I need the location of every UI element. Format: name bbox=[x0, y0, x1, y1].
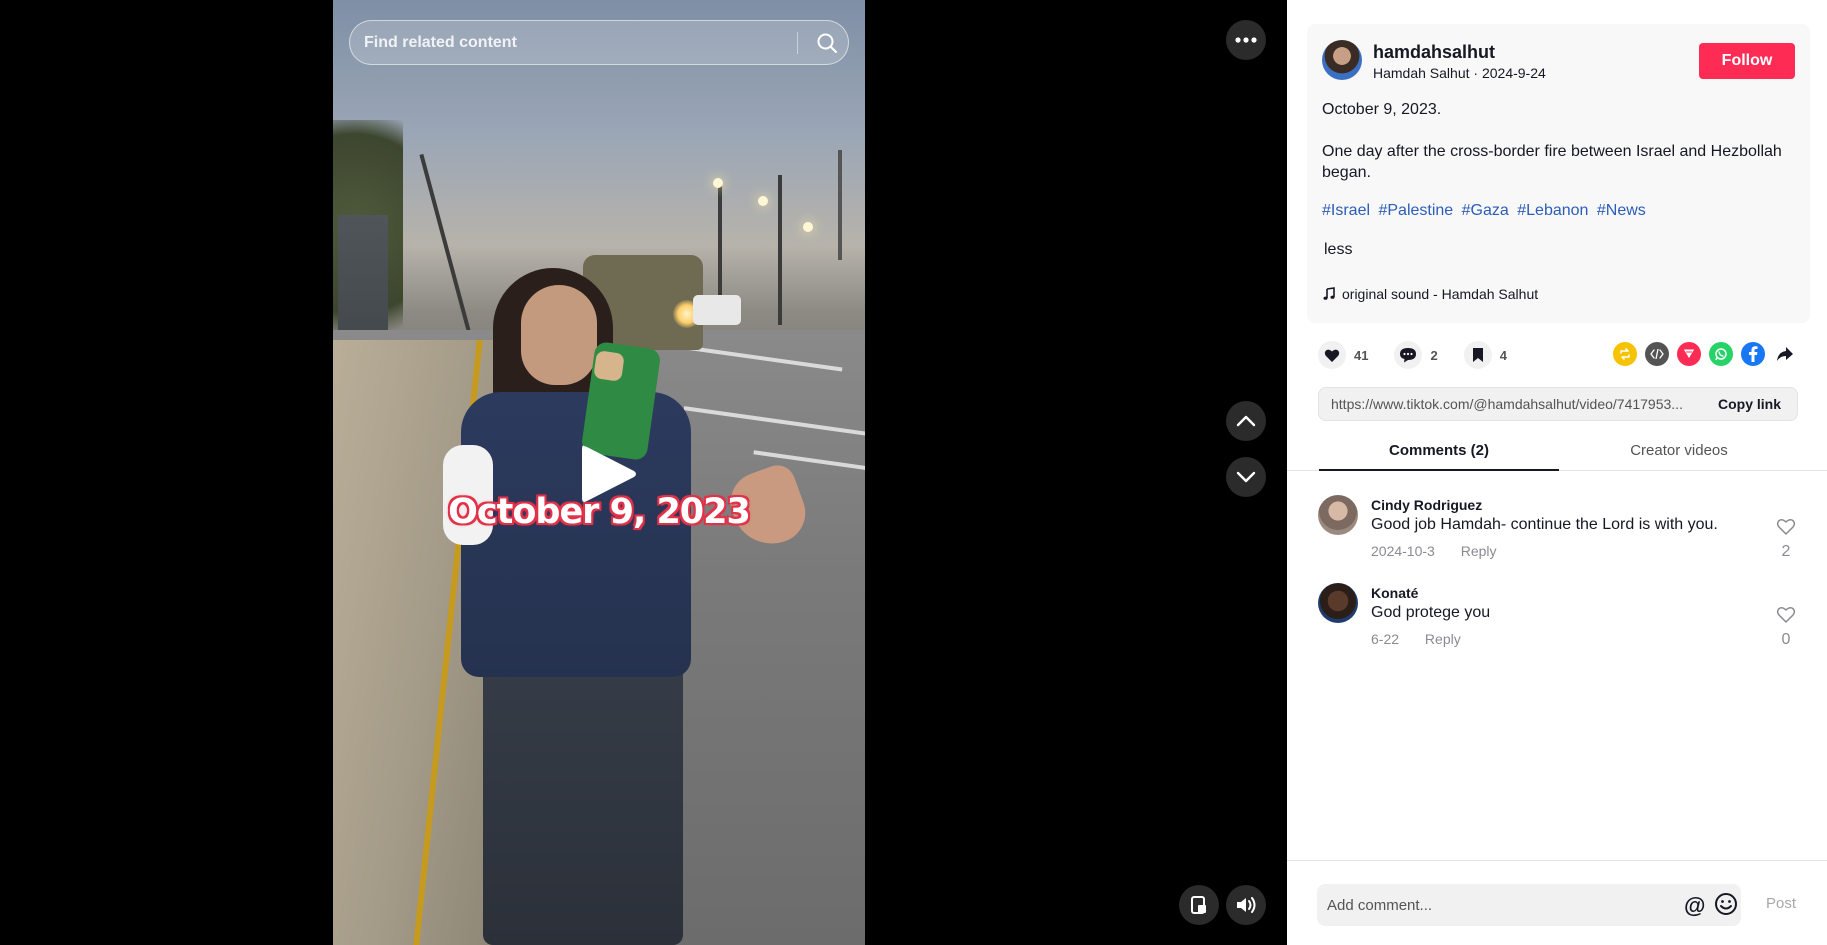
search-icon bbox=[817, 33, 837, 53]
scene-lamp bbox=[803, 222, 813, 232]
save-count: 4 bbox=[1499, 347, 1507, 363]
next-video-button[interactable] bbox=[1226, 457, 1266, 497]
comment-item: Cindy Rodriguez Good job Hamdah- continu… bbox=[1318, 495, 1798, 565]
reply-button[interactable]: Reply bbox=[1425, 631, 1461, 647]
comment-like-button[interactable]: 2 bbox=[1774, 518, 1798, 561]
hashtag-news[interactable]: #News bbox=[1597, 202, 1646, 219]
comment-tabs: Comments (2) Creator videos bbox=[1287, 434, 1827, 471]
description-card: hamdahsalhut Hamdah Salhut · 2024-9-24 F… bbox=[1307, 24, 1810, 323]
comment-like-count: 0 bbox=[1781, 631, 1791, 648]
like-button[interactable]: 41 bbox=[1318, 341, 1368, 369]
comment-meta: 6-22 Reply bbox=[1371, 631, 1461, 647]
like-count: 41 bbox=[1354, 347, 1369, 363]
person-vest bbox=[461, 392, 691, 677]
chevron-up-icon bbox=[1236, 415, 1256, 427]
related-search-input[interactable] bbox=[364, 21, 784, 64]
facebook-icon[interactable] bbox=[1741, 342, 1765, 366]
person-phone-camera bbox=[593, 350, 625, 382]
hashtag-gaza[interactable]: #Gaza bbox=[1462, 202, 1509, 219]
comment-date: 2024-10-3 bbox=[1371, 543, 1435, 559]
scene-lamp bbox=[758, 196, 768, 206]
comment-button[interactable]: 2 bbox=[1394, 341, 1438, 369]
share-arrow-icon[interactable] bbox=[1773, 342, 1797, 366]
hashtag-list: #Israel #Palestine #Gaza #Lebanon #News bbox=[1322, 202, 1650, 220]
sound-label: original sound - Hamdah Salhut bbox=[1342, 286, 1539, 302]
search-divider bbox=[797, 32, 798, 54]
copy-link-button[interactable]: Copy link bbox=[1718, 388, 1781, 421]
commenter-avatar[interactable] bbox=[1318, 583, 1358, 623]
related-search-bar bbox=[349, 20, 849, 65]
comment-input[interactable] bbox=[1327, 884, 1647, 926]
volume-icon bbox=[1237, 897, 1256, 913]
music-note-icon bbox=[1323, 287, 1335, 300]
post-button[interactable]: Post bbox=[1766, 895, 1796, 912]
search-button[interactable] bbox=[805, 21, 849, 64]
author-username[interactable]: hamdahsalhut bbox=[1373, 42, 1495, 63]
comment-composer: @ Post bbox=[1287, 860, 1827, 945]
comment-date: 6-22 bbox=[1371, 631, 1400, 647]
author-avatar[interactable] bbox=[1322, 40, 1362, 80]
comment-like-button[interactable]: 0 bbox=[1774, 606, 1798, 649]
hashtag-lebanon[interactable]: #Lebanon bbox=[1517, 202, 1588, 219]
mini-player-button[interactable] bbox=[1179, 885, 1219, 925]
tab-creator-videos[interactable]: Creator videos bbox=[1559, 434, 1799, 471]
scene-lamp bbox=[713, 178, 723, 188]
author-display-name[interactable]: Hamdah Salhut bbox=[1373, 65, 1470, 81]
send-icon[interactable] bbox=[1677, 342, 1701, 366]
bookmark-icon bbox=[1463, 341, 1492, 369]
mention-button[interactable]: @ bbox=[1684, 893, 1705, 919]
details-panel: hamdahsalhut Hamdah Salhut · 2024-9-24 F… bbox=[1287, 0, 1827, 945]
heart-icon bbox=[1318, 341, 1346, 369]
author-sub-info: Hamdah Salhut · 2024-9-24 bbox=[1373, 65, 1546, 81]
share-icon-row bbox=[1613, 342, 1797, 366]
embed-icon[interactable] bbox=[1645, 342, 1669, 366]
more-options-button[interactable] bbox=[1226, 20, 1266, 60]
scene-pole bbox=[778, 175, 782, 325]
chevron-down-icon bbox=[1236, 471, 1256, 483]
previous-video-button[interactable] bbox=[1226, 401, 1266, 441]
repost-icon[interactable] bbox=[1613, 342, 1637, 366]
sound-link[interactable]: original sound - Hamdah Salhut bbox=[1322, 286, 1538, 302]
description-line-1: October 9, 2023. bbox=[1322, 101, 1442, 118]
hashtag-israel[interactable]: #Israel bbox=[1322, 202, 1370, 219]
separator-dot: · bbox=[1473, 65, 1482, 81]
comment-bubble-icon bbox=[1394, 341, 1423, 369]
commenter-name[interactable]: Cindy Rodriguez bbox=[1371, 497, 1482, 513]
whatsapp-icon[interactable] bbox=[1709, 342, 1733, 366]
comment-text: God protege you bbox=[1371, 604, 1491, 621]
comment-input-box: @ bbox=[1317, 884, 1741, 926]
follow-button[interactable]: Follow bbox=[1699, 43, 1795, 79]
scene-pylon bbox=[838, 150, 842, 260]
video-caption: October 9, 2023 bbox=[448, 492, 751, 532]
video-link-bar: https://www.tiktok.com/@hamdahsalhut/vid… bbox=[1318, 387, 1798, 421]
commenter-name[interactable]: Konaté bbox=[1371, 585, 1418, 601]
comment-count: 2 bbox=[1430, 347, 1438, 363]
commenter-avatar[interactable] bbox=[1318, 495, 1358, 535]
person-face bbox=[521, 285, 597, 385]
person-jeans bbox=[483, 665, 683, 945]
show-less-button[interactable]: less bbox=[1324, 241, 1352, 259]
comment-text: Good job Hamdah- continue the Lord is wi… bbox=[1371, 516, 1718, 533]
emoji-icon[interactable] bbox=[1714, 892, 1738, 916]
heart-outline-icon bbox=[1776, 519, 1796, 536]
save-button[interactable]: 4 bbox=[1463, 341, 1507, 369]
description-line-2: One day after the cross-border fire betw… bbox=[1322, 143, 1782, 181]
tab-comments[interactable]: Comments (2) bbox=[1319, 434, 1559, 471]
video-stage: October 9, 2023 bbox=[0, 0, 1287, 945]
mini-player-icon bbox=[1191, 896, 1206, 914]
engagement-stats: 41 2 4 bbox=[1318, 340, 1533, 370]
scene-van bbox=[693, 295, 741, 325]
reply-button[interactable]: Reply bbox=[1461, 543, 1497, 559]
post-date: 2024-9-24 bbox=[1481, 65, 1546, 81]
comment-meta: 2024-10-3 Reply bbox=[1371, 543, 1497, 559]
heart-outline-icon bbox=[1776, 607, 1796, 624]
comment-like-count: 2 bbox=[1781, 543, 1791, 560]
video-url: https://www.tiktok.com/@hamdahsalhut/vid… bbox=[1331, 396, 1683, 412]
video-player[interactable]: October 9, 2023 bbox=[333, 0, 865, 945]
more-dots-icon bbox=[1235, 37, 1257, 43]
volume-button[interactable] bbox=[1226, 885, 1266, 925]
hashtag-palestine[interactable]: #Palestine bbox=[1378, 202, 1453, 219]
comment-item: Konaté God protege you 6-22 Reply 0 bbox=[1318, 583, 1798, 653]
